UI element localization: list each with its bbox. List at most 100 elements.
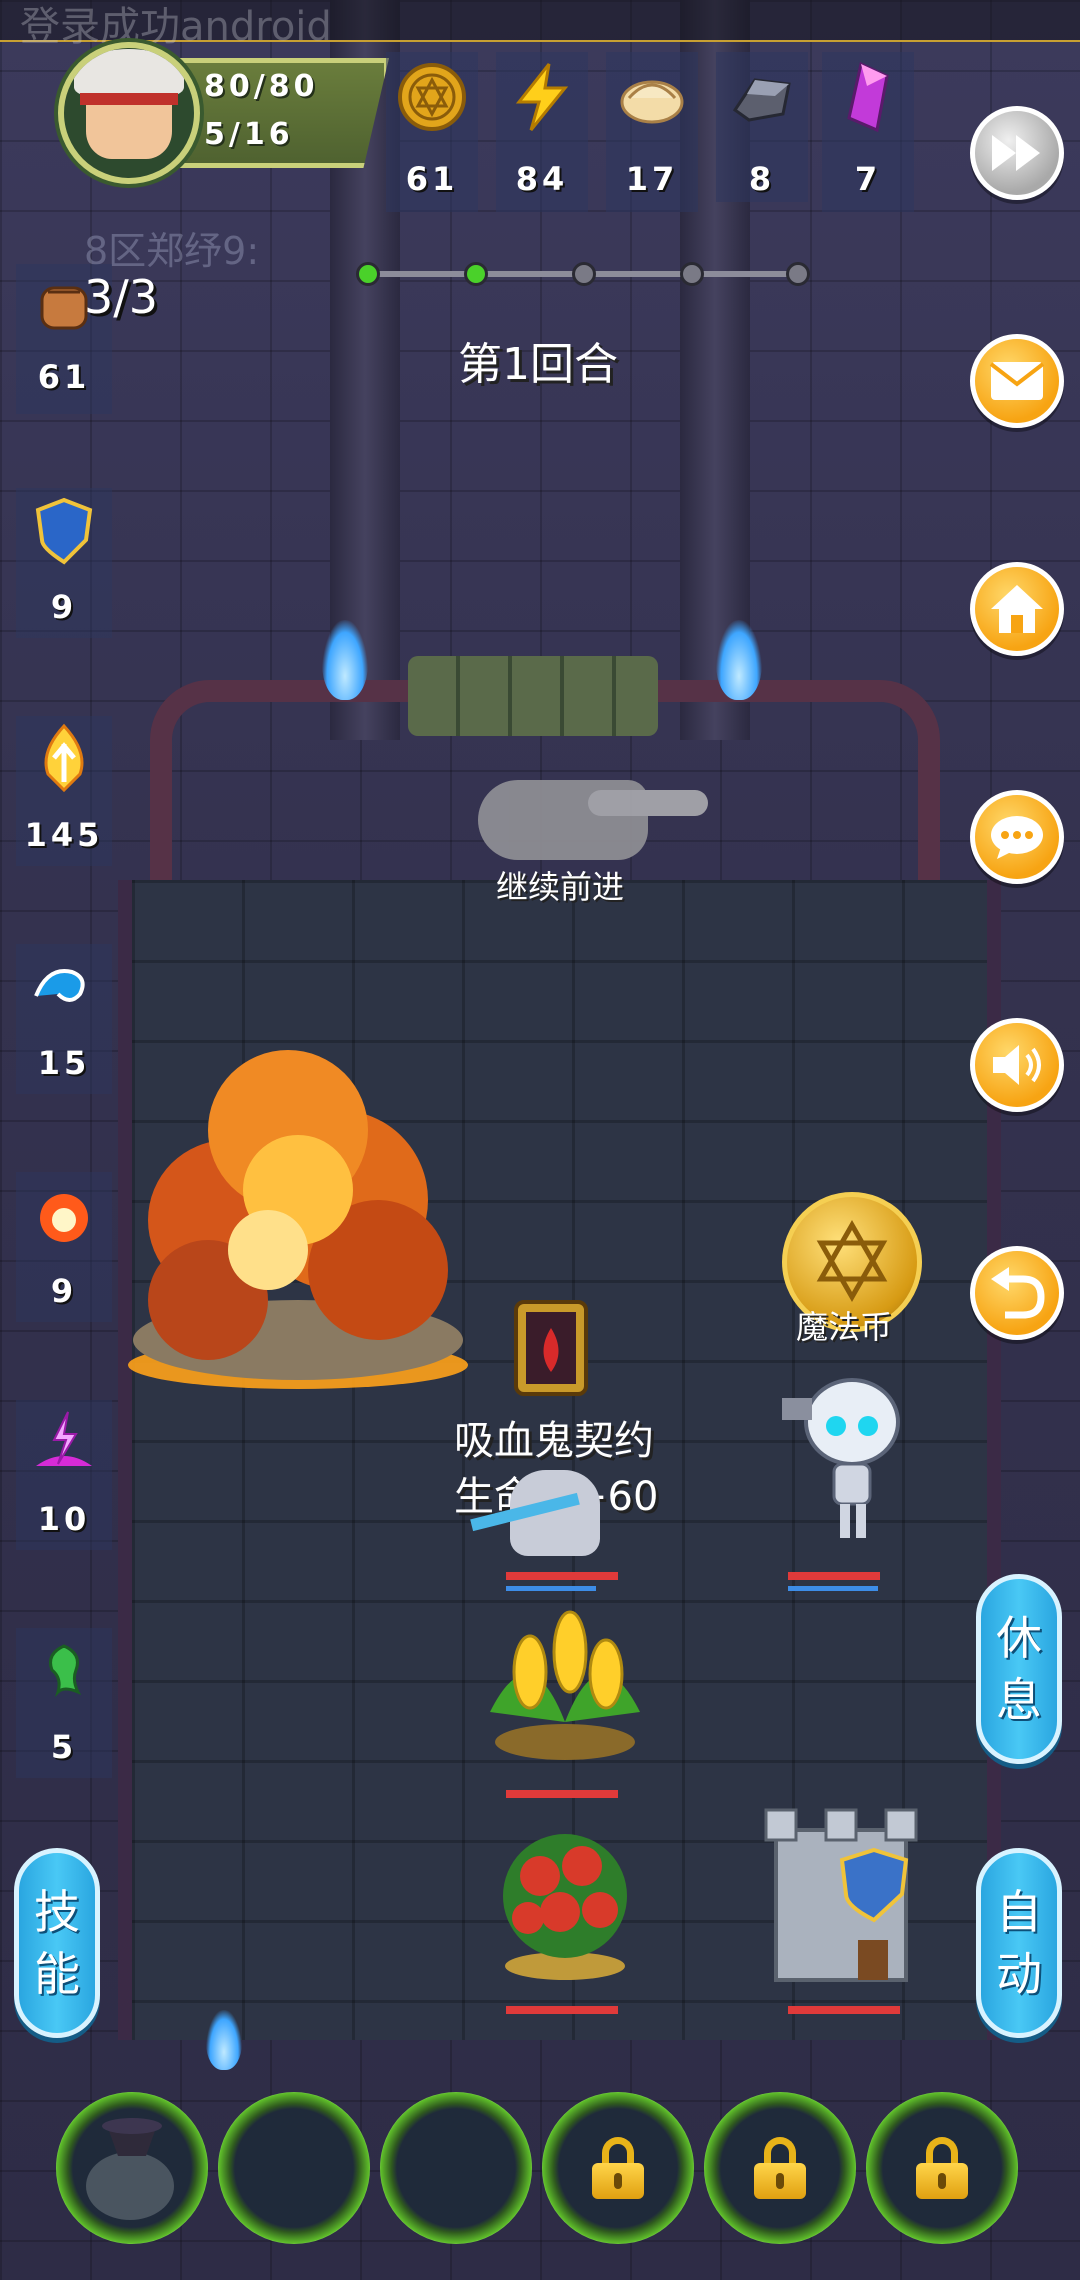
water-wave-icon — [34, 969, 85, 1002]
fireball-icon — [40, 1194, 88, 1242]
skill-slot-3[interactable] — [380, 2092, 532, 2244]
skill-label-1: 技 — [34, 1885, 80, 1939]
food-count: 17 — [625, 160, 679, 198]
rest-label-1: 休 — [996, 1611, 1042, 1665]
sound-icon — [993, 1045, 1041, 1085]
hero-character[interactable] — [470, 1470, 600, 1556]
poison-icon — [49, 1644, 82, 1698]
toast-message: 登录成功android — [20, 4, 332, 50]
lock-icon — [754, 2137, 806, 2199]
explosion-icon — [128, 1050, 468, 1389]
rest-button[interactable]: 休 息 — [976, 1574, 1062, 1764]
crystal-count: 7 — [854, 160, 882, 198]
player-level: 5/16 — [204, 117, 294, 152]
home-icon — [991, 585, 1043, 633]
berry-bush-icon[interactable] — [480, 1806, 650, 1986]
hero-mp-bar — [506, 1586, 596, 1591]
resource-coin: 61 — [386, 52, 478, 212]
auto-label-2: 动 — [996, 1947, 1042, 2001]
fire-arrow-icon — [44, 723, 84, 793]
lock-icon — [592, 2137, 644, 2199]
status-bar: 登录成功android — [0, 0, 1080, 50]
stage-dot-pending — [572, 262, 596, 286]
sound-button[interactable] — [970, 1018, 1064, 1112]
iron-count: 8 — [748, 160, 776, 198]
stage-dot-pending — [786, 262, 810, 286]
pointing-hand-icon[interactable] — [478, 780, 708, 860]
resource-energy: 84 — [496, 52, 588, 212]
round-label: 第1回合 — [458, 339, 618, 390]
blue-flame-icon — [322, 620, 368, 700]
home-button[interactable] — [970, 562, 1064, 656]
coin-count: 61 — [405, 160, 459, 198]
stage-dot-done — [464, 262, 488, 286]
skill-label-2: 能 — [34, 1947, 80, 2001]
side-stat-power: 145 — [16, 716, 112, 866]
coin-icon — [398, 63, 466, 131]
energy-count: 84 — [515, 160, 569, 198]
auto-label-1: 自 — [996, 1885, 1042, 1939]
skill-slot-5[interactable] — [704, 2092, 856, 2244]
skill-slot-6[interactable] — [866, 2092, 1018, 2244]
lock-icon — [916, 2137, 968, 2199]
avatar[interactable] — [58, 42, 200, 184]
side-stat-fire: 9 — [16, 1172, 112, 1322]
resource-iron: 8 — [716, 52, 808, 202]
skill-button[interactable]: 技 能 — [14, 1848, 100, 2038]
return-button[interactable] — [970, 1246, 1064, 1340]
enemy-mp-bar — [788, 1586, 878, 1591]
loot-bag-icon — [86, 2118, 174, 2220]
continue-button-label[interactable]: 继续前进 — [496, 862, 624, 908]
stone-gate — [408, 656, 658, 736]
stage-dot-done — [356, 262, 380, 286]
magic-coin-label: 魔法币 — [796, 1308, 893, 1346]
bush-hp-bar — [506, 2006, 618, 2014]
rest-label-2: 息 — [996, 1673, 1042, 1727]
skill-slot-1[interactable] — [56, 2092, 208, 2244]
stage-dot-pending — [680, 262, 704, 286]
item-name-label: 吸血鬼契约 — [454, 1418, 654, 1464]
resource-food: 17 — [606, 52, 698, 212]
iron-ore-icon — [732, 78, 791, 122]
blue-flame-icon — [716, 620, 762, 700]
power-value: 145 — [24, 816, 104, 854]
player-hp: 80/80 — [204, 69, 319, 104]
vampire-contract-card-icon — [514, 1300, 588, 1396]
shield-icon — [35, 497, 93, 565]
attack-charges: 3/3 — [84, 270, 159, 324]
water-value: 15 — [37, 1044, 91, 1082]
fire-value: 9 — [50, 1272, 78, 1310]
enemy-hp-bar — [788, 1572, 880, 1580]
defense-value: 9 — [50, 588, 78, 626]
return-icon — [991, 1267, 1045, 1319]
hero-hp-bar — [506, 1572, 618, 1580]
auto-button[interactable]: 自 动 — [976, 1848, 1062, 2038]
mail-button[interactable] — [970, 334, 1064, 428]
mail-icon — [989, 362, 1045, 400]
fast-forward-button[interactable] — [970, 106, 1064, 200]
resource-crystal: 7 — [822, 52, 914, 212]
skeleton-enemy-icon[interactable] — [780, 1370, 920, 1550]
side-stat-defense: 9 — [16, 488, 112, 638]
avatar-face — [74, 49, 184, 159]
blue-flame-icon — [206, 2010, 242, 2070]
side-stat-poison: 5 — [16, 1628, 112, 1778]
chat-icon — [991, 816, 1043, 859]
guard-tower-icon[interactable] — [746, 1790, 936, 1990]
fast-forward-icon — [992, 135, 1040, 171]
lightning-rune-icon — [36, 1411, 92, 1466]
attack-value: 61 — [37, 358, 91, 396]
crystal-icon — [847, 61, 889, 133]
corn-hp-bar — [506, 1790, 618, 1798]
side-stat-lightning: 10 — [16, 1400, 112, 1550]
corn-plant-icon[interactable] — [470, 1592, 660, 1762]
poison-value: 5 — [50, 1728, 78, 1766]
dumpling-icon — [620, 80, 684, 124]
chat-button[interactable] — [970, 790, 1064, 884]
lightning-value: 10 — [37, 1500, 91, 1538]
lightning-icon — [515, 63, 569, 131]
tower-hp-bar — [788, 2006, 900, 2014]
skill-slot-4[interactable] — [542, 2092, 694, 2244]
skill-slot-2[interactable] — [218, 2092, 370, 2244]
side-stat-water: 15 — [16, 944, 112, 1094]
